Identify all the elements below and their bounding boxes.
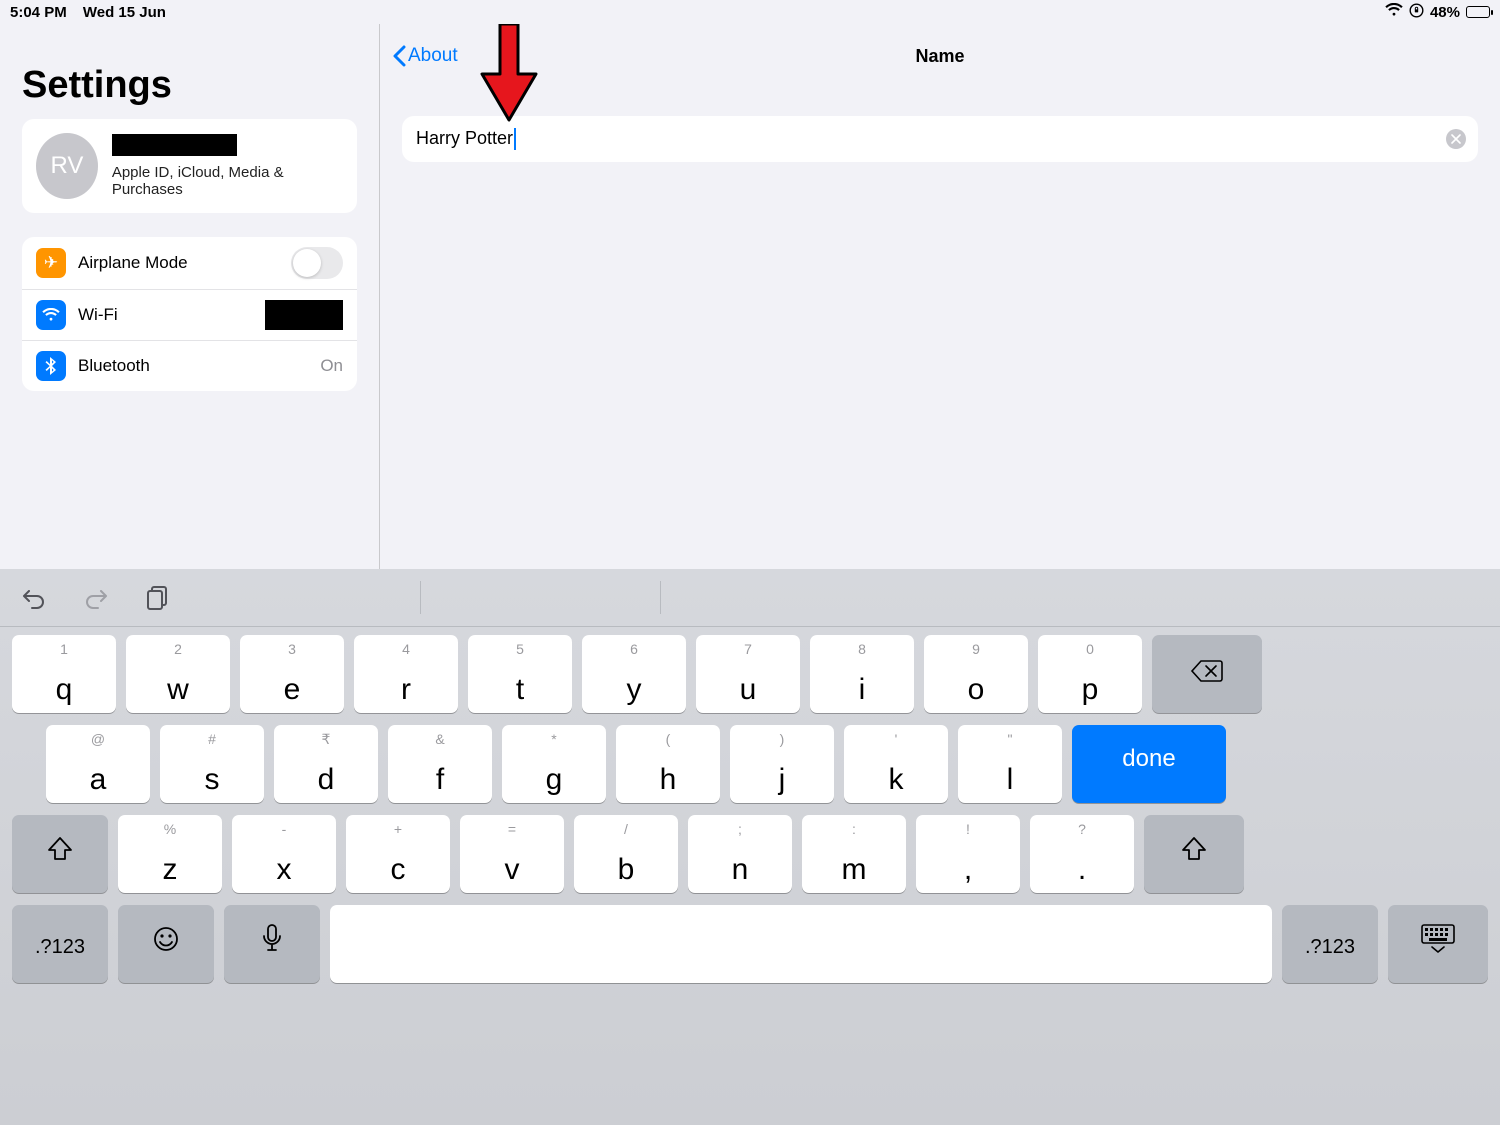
battery-percent: 48% bbox=[1430, 4, 1460, 21]
key-e[interactable]: 3e bbox=[240, 635, 344, 713]
key-b[interactable]: /b bbox=[574, 815, 678, 893]
key-u[interactable]: 7u bbox=[696, 635, 800, 713]
key-p[interactable]: 0p bbox=[1038, 635, 1142, 713]
wifi-row-icon bbox=[36, 300, 66, 330]
key-z[interactable]: %z bbox=[118, 815, 222, 893]
chevron-left-icon bbox=[392, 45, 406, 67]
key-q[interactable]: 1q bbox=[12, 635, 116, 713]
dictation-key[interactable] bbox=[224, 905, 320, 983]
wifi-network-redacted bbox=[265, 300, 343, 330]
name-input[interactable]: Harry Potter bbox=[416, 128, 1446, 150]
wifi-label: Wi-Fi bbox=[78, 305, 265, 325]
keyboard: 1q2w3e4r5t6y7u8i9o0p @a#s₹d&f*g(h)j'k"ld… bbox=[0, 569, 1500, 1125]
annotation-arrow bbox=[480, 24, 538, 114]
battery-icon bbox=[1466, 6, 1490, 18]
key-c[interactable]: +c bbox=[346, 815, 450, 893]
back-label: About bbox=[408, 45, 458, 67]
airplane-label: Airplane Mode bbox=[78, 253, 291, 273]
status-time: 5:04 PM bbox=[10, 4, 67, 21]
wifi-icon bbox=[1385, 3, 1403, 21]
shift-key-left[interactable] bbox=[12, 815, 108, 893]
key-y[interactable]: 6y bbox=[582, 635, 686, 713]
settings-title: Settings bbox=[0, 64, 379, 119]
airplane-toggle[interactable] bbox=[291, 247, 343, 279]
settings-sidebar: Settings RV Apple ID, iCloud, Media & Pu… bbox=[0, 24, 380, 569]
airplane-icon: ✈︎ bbox=[36, 248, 66, 278]
shift-key-right[interactable] bbox=[1144, 815, 1244, 893]
redo-button[interactable] bbox=[80, 582, 112, 614]
key-n[interactable]: ;n bbox=[688, 815, 792, 893]
key-f[interactable]: &f bbox=[388, 725, 492, 803]
bluetooth-label: Bluetooth bbox=[78, 356, 320, 376]
key-,[interactable]: !, bbox=[916, 815, 1020, 893]
row-airplane-mode[interactable]: ✈︎ Airplane Mode bbox=[22, 237, 357, 290]
undo-button[interactable] bbox=[18, 582, 50, 614]
text-cursor bbox=[514, 128, 516, 150]
key-.[interactable]: ?. bbox=[1030, 815, 1134, 893]
status-bar: 5:04 PM Wed 15 Jun 48% bbox=[0, 0, 1500, 24]
bluetooth-icon bbox=[36, 351, 66, 381]
key-t[interactable]: 5t bbox=[468, 635, 572, 713]
key-d[interactable]: ₹d bbox=[274, 725, 378, 803]
key-m[interactable]: :m bbox=[802, 815, 906, 893]
avatar: RV bbox=[36, 133, 98, 199]
clipboard-button[interactable] bbox=[142, 582, 174, 614]
status-date: Wed 15 Jun bbox=[83, 4, 166, 21]
numeric-key-right[interactable]: .?123 bbox=[1282, 905, 1378, 983]
key-o[interactable]: 9o bbox=[924, 635, 1028, 713]
numeric-key-left[interactable]: .?123 bbox=[12, 905, 108, 983]
clear-text-button[interactable] bbox=[1446, 129, 1466, 149]
key-j[interactable]: )j bbox=[730, 725, 834, 803]
emoji-key[interactable] bbox=[118, 905, 214, 983]
key-w[interactable]: 2w bbox=[126, 635, 230, 713]
space-key[interactable] bbox=[330, 905, 1272, 983]
back-button[interactable]: About bbox=[380, 45, 458, 67]
key-v[interactable]: =v bbox=[460, 815, 564, 893]
apple-id-card[interactable]: RV Apple ID, iCloud, Media & Purchases bbox=[22, 119, 357, 213]
key-l[interactable]: "l bbox=[958, 725, 1062, 803]
key-h[interactable]: (h bbox=[616, 725, 720, 803]
row-wifi[interactable]: Wi-Fi bbox=[22, 290, 357, 341]
key-i[interactable]: 8i bbox=[810, 635, 914, 713]
key-a[interactable]: @a bbox=[46, 725, 150, 803]
key-x[interactable]: -x bbox=[232, 815, 336, 893]
bluetooth-value: On bbox=[320, 356, 343, 376]
dismiss-keyboard-key[interactable] bbox=[1388, 905, 1488, 983]
done-key[interactable]: done bbox=[1072, 725, 1226, 803]
account-name-redacted bbox=[112, 134, 237, 156]
name-field-container[interactable]: Harry Potter bbox=[402, 116, 1478, 162]
row-bluetooth[interactable]: Bluetooth On bbox=[22, 341, 357, 391]
orientation-lock-icon bbox=[1409, 3, 1424, 22]
backspace-key[interactable] bbox=[1152, 635, 1262, 713]
close-icon bbox=[1451, 134, 1461, 144]
account-subtitle: Apple ID, iCloud, Media & Purchases bbox=[112, 164, 343, 198]
key-k[interactable]: 'k bbox=[844, 725, 948, 803]
detail-pane: About Name Harry Potter bbox=[380, 24, 1500, 569]
key-g[interactable]: *g bbox=[502, 725, 606, 803]
key-r[interactable]: 4r bbox=[354, 635, 458, 713]
key-s[interactable]: #s bbox=[160, 725, 264, 803]
page-title: Name bbox=[380, 46, 1500, 67]
